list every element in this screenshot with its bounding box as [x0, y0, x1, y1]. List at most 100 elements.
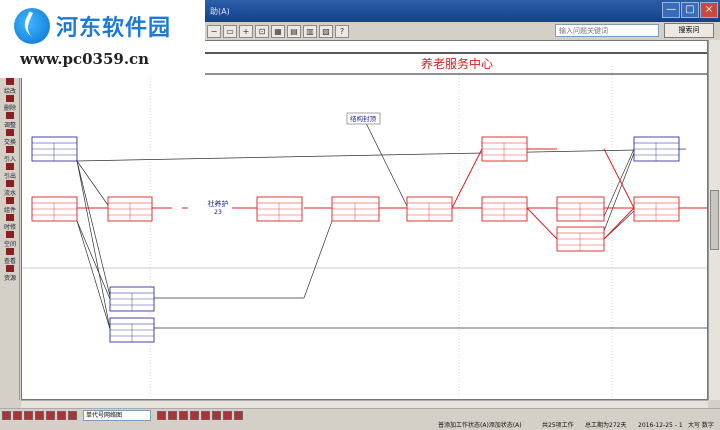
sidebar-item-component[interactable]: 组件: [0, 197, 20, 214]
critical-node-box[interactable]: [556, 226, 605, 252]
sidebar-item-time[interactable]: 时修: [0, 214, 20, 231]
normal-links: [76, 120, 707, 330]
horizontal-scrollbar[interactable]: [21, 400, 708, 408]
calendar-icon[interactable]: [223, 410, 232, 420]
tool-sidebar: 绘改 删除 调整 交换 引入 引出 流水 组件 时修 空间 查看 资源: [0, 78, 20, 400]
critical-node-box[interactable]: [256, 196, 303, 222]
zoom-in-icon[interactable]: +: [239, 24, 253, 38]
fit-icon[interactable]: ⊡: [255, 24, 269, 38]
sidebar-item-edit[interactable]: 绘改: [0, 78, 20, 95]
chart-icon[interactable]: ▨: [319, 24, 333, 38]
delete-icon: [6, 95, 14, 102]
last-page-icon[interactable]: [35, 410, 44, 420]
critical-node-box[interactable]: [31, 196, 78, 222]
view-type-select[interactable]: 单代号网络图: [83, 409, 151, 421]
align-left-icon[interactable]: [157, 410, 166, 420]
watermark-url: www.pc0359.cn: [20, 50, 150, 68]
scroll-thumb[interactable]: [710, 190, 719, 250]
critical-node-box[interactable]: [556, 196, 605, 222]
first-page-icon[interactable]: [2, 410, 11, 420]
critical-node-box[interactable]: [331, 196, 380, 222]
swap-icon: [6, 129, 14, 136]
sidebar-item-adjust[interactable]: 调整: [0, 112, 20, 129]
sidebar-item-label: 空间: [3, 241, 16, 248]
sidebar-item-label: 时修: [3, 224, 16, 231]
minimize-button[interactable]: —: [662, 2, 680, 18]
status-date: 2016-12-25 - 1: [638, 422, 683, 429]
clock-icon: [6, 214, 14, 221]
settings-icon[interactable]: [234, 410, 243, 420]
flow-icon: [6, 180, 14, 187]
node-box[interactable]: [109, 317, 155, 343]
sidebar-item-label: 调整: [3, 122, 16, 129]
watermark-logo: 河东软件园 www.pc0359.cn: [0, 0, 205, 78]
diagram-title: 养老服务中心: [421, 56, 493, 71]
maximize-button[interactable]: □: [681, 2, 699, 18]
milestone-value: 23: [214, 209, 222, 216]
status-keys: 大写 数字: [688, 422, 714, 429]
align-center-icon[interactable]: [168, 410, 177, 420]
status-mode: 普添加工作状态(A)添加状态(A): [438, 422, 522, 429]
sidebar-item-flow[interactable]: 流水: [0, 180, 20, 197]
bottom-toolbar: 单代号网络图: [0, 408, 720, 421]
node-box[interactable]: [633, 136, 680, 162]
print-icon[interactable]: ▥: [303, 24, 317, 38]
print-preview-icon[interactable]: ▤: [287, 24, 301, 38]
watermark-icon: [14, 8, 50, 44]
sidebar-item-label: 交换: [3, 139, 16, 146]
annotation-text: 结构封顶: [350, 114, 377, 123]
view-icon: [6, 248, 14, 255]
node-box[interactable]: [31, 136, 78, 162]
close-button[interactable]: ×: [700, 2, 718, 18]
export-icon: [6, 163, 14, 170]
sidebar-item-import[interactable]: 引入: [0, 146, 20, 163]
sidebar-item-label: 组件: [3, 207, 16, 214]
search-input[interactable]: [555, 24, 659, 37]
grid-lines: [149, 66, 613, 399]
node-box[interactable]: [109, 286, 155, 312]
component-icon: [6, 197, 14, 204]
sidebar-item-resource[interactable]: 资源: [0, 265, 20, 282]
help-icon[interactable]: ?: [335, 24, 349, 38]
network-icon[interactable]: [57, 410, 66, 420]
sidebar-item-label: 引出: [3, 173, 16, 180]
sidebar-item-label: 绘改: [3, 88, 16, 95]
status-duration: 总工期为272天: [585, 422, 627, 429]
distribute-icon[interactable]: [190, 410, 199, 420]
annotation-box[interactable]: 结构封顶: [346, 112, 381, 125]
search-button[interactable]: 搜索问: [664, 23, 714, 38]
space-icon: [6, 231, 14, 238]
grid-icon[interactable]: ▦: [271, 24, 285, 38]
milestone-label: 社养护: [208, 199, 229, 208]
sidebar-item-view[interactable]: 查看: [0, 248, 20, 265]
sidebar-item-label: 删除: [3, 105, 16, 112]
critical-node-box[interactable]: [481, 196, 528, 222]
vertical-scrollbar[interactable]: [708, 40, 720, 400]
prev-page-icon[interactable]: [13, 410, 22, 420]
unlink-icon[interactable]: [212, 410, 221, 420]
critical-node-box[interactable]: [633, 196, 680, 222]
status-bar: 普添加工作状态(A)添加状态(A) 共25项工作 总工期为272天 2016-1…: [0, 421, 720, 430]
sidebar-item-swap[interactable]: 交换: [0, 129, 20, 146]
next-page-icon[interactable]: [24, 410, 33, 420]
sidebar-item-delete[interactable]: 删除: [0, 95, 20, 112]
import-icon: [6, 146, 14, 153]
critical-node-box[interactable]: [107, 196, 153, 222]
critical-node-box[interactable]: [406, 196, 453, 222]
pencil-icon: [6, 78, 14, 85]
table-icon[interactable]: [68, 410, 77, 420]
link-icon[interactable]: [201, 410, 210, 420]
zoom-out-icon[interactable]: −: [207, 24, 221, 38]
sidebar-item-label: 引入: [3, 156, 16, 163]
resource-icon: [6, 265, 14, 272]
layout-icon[interactable]: [46, 410, 55, 420]
sidebar-item-space[interactable]: 空间: [0, 231, 20, 248]
watermark-name: 河东软件园: [56, 16, 172, 41]
network-diagram-canvas[interactable]: 养老服务中心 结构封顶 社养护 23: [21, 40, 708, 400]
sidebar-item-export[interactable]: 引出: [0, 163, 20, 180]
film-icon[interactable]: ▭: [223, 24, 237, 38]
window-title: 助(A): [210, 6, 230, 16]
align-right-icon[interactable]: [179, 410, 188, 420]
window-controls: — □ ×: [662, 2, 718, 18]
critical-node-box[interactable]: [481, 136, 528, 162]
